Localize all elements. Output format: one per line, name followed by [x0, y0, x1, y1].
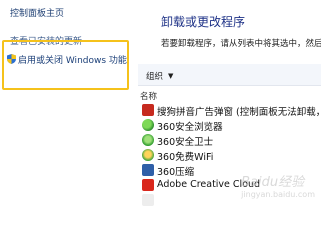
- turn-windows-features-link[interactable]: 启用或关闭 Windows 功能: [18, 53, 127, 66]
- program-name: 搜狗拼音广告弹窗 (控制面板无法卸载，敬: [157, 107, 321, 118]
- list-item[interactable]: 搜狗拼音广告弹窗 (控制面板无法卸载，敬: [138, 103, 321, 118]
- organize-label: 组织: [146, 72, 164, 82]
- 360-zip-icon: [142, 164, 154, 176]
- program-name: 360安全浏览器: [157, 122, 223, 133]
- windows-shield-icon: [7, 54, 16, 64]
- baidu-watermark: Baidu经验 jingyan.baidu.com: [241, 171, 315, 199]
- program-name: 360压缩: [157, 167, 195, 178]
- toolbar: 组织 ▼: [138, 64, 321, 86]
- program-icon: [142, 194, 154, 206]
- watermark-url: jingyan.baidu.com: [241, 190, 315, 199]
- 360-browser-icon: [142, 119, 154, 131]
- list-item[interactable]: 360安全卫士: [138, 133, 321, 148]
- 360-guard-icon: [142, 134, 154, 146]
- column-header-name[interactable]: 名称: [140, 90, 157, 102]
- chevron-down-icon: ▼: [168, 72, 174, 80]
- program-name: 360免费WiFi: [157, 152, 214, 163]
- list-item[interactable]: 360安全浏览器: [138, 118, 321, 133]
- watermark-text: Baidu经验: [241, 175, 305, 190]
- list-item[interactable]: 360免费WiFi: [138, 148, 321, 163]
- page-description: 若要卸载程序，请从列表中将其选中，然后: [161, 39, 321, 49]
- 360-wifi-icon: [142, 149, 154, 161]
- control-panel-home-link[interactable]: 控制面板主页: [10, 6, 64, 19]
- left-navigation-pane: 控制面板主页 查看已安装的更新 启用或关闭 Windows 功能: [0, 0, 138, 203]
- adobe-icon: [142, 179, 154, 191]
- organize-menu-button[interactable]: 组织 ▼: [146, 70, 173, 82]
- sogou-icon: [142, 104, 154, 116]
- program-name: 360安全卫士: [157, 137, 214, 148]
- page-title: 卸载或更改程序: [161, 15, 246, 29]
